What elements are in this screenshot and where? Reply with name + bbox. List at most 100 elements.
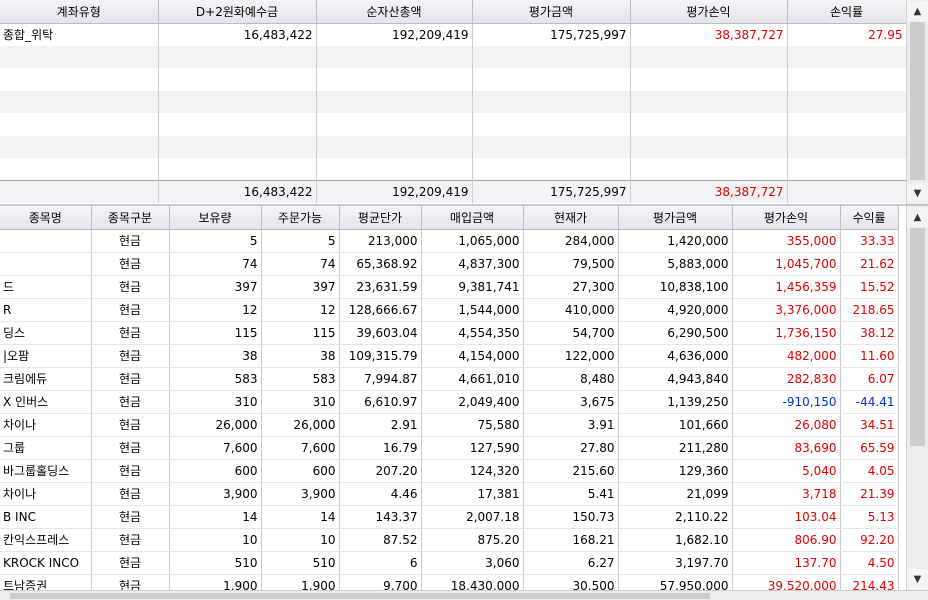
- col-header-pl-rate[interactable]: 손익률: [787, 0, 907, 24]
- buy-amount-cell: 127,590: [421, 436, 524, 460]
- stock-name-cell: 크림에듀: [0, 367, 92, 391]
- table-row[interactable]: 차이나 현금 3,900 3,900 4.46 17,381 5.41 21,099 3,718…: [0, 482, 899, 506]
- quantity-cell: 74: [169, 252, 262, 276]
- account-vertical-scrollbar[interactable]: ▲ ▼: [906, 0, 928, 204]
- stock-kind-cell: 현금: [91, 252, 170, 276]
- eval-pl-cell: 1,736,150: [732, 321, 841, 345]
- table-row[interactable]: 바그룹홀딩스 현금 600 600 207.20 124,320 215.60 129,360…: [0, 459, 899, 483]
- col-header-eval-pl[interactable]: 평가손익: [732, 206, 841, 230]
- avg-price-cell: 16.79: [339, 436, 422, 460]
- col-header-return-rate[interactable]: 수익률: [840, 206, 899, 230]
- buy-amount-cell: 124,320: [421, 459, 524, 483]
- col-header-account-type[interactable]: 계좌유형: [0, 0, 159, 24]
- stock-kind-cell: 현금: [91, 459, 170, 483]
- col-header-net-assets[interactable]: 순자산총액: [316, 0, 473, 24]
- col-header-buy-amount[interactable]: 매입금액: [421, 206, 524, 230]
- eval-pl-cell: 137.70: [732, 551, 841, 575]
- current-price-cell: 3.91: [523, 413, 619, 437]
- table-row[interactable]: R 현금 12 12 128,666.67 1,544,000 410,000 4,920,0…: [0, 298, 899, 322]
- current-price-cell: 79,500: [523, 252, 619, 276]
- eval-amount-cell: 5,883,000: [618, 252, 733, 276]
- table-row[interactable]: 칸익스프레스 현금 10 10 87.52 875.20 168.21 1,682.10 806…: [0, 528, 899, 552]
- col-header-quantity[interactable]: 보유량: [169, 206, 262, 230]
- eval-amount-cell: 2,110.22: [618, 505, 733, 529]
- quantity-cell: 600: [169, 459, 262, 483]
- eval-amount-cell: 1,420,000: [618, 229, 733, 253]
- orderable-cell: 510: [261, 551, 340, 575]
- eval-amount-cell: 101,660: [618, 413, 733, 437]
- return-rate-cell: 15.52: [840, 275, 899, 299]
- horizontal-scrollbar[interactable]: [0, 590, 928, 600]
- table-row[interactable]: 종합_위탁 16,483,422 192,209,419 175,725,997…: [0, 23, 907, 46]
- scroll-down-icon[interactable]: ▼: [907, 183, 928, 203]
- stock-kind-cell: 현금: [91, 390, 170, 414]
- table-row[interactable]: X 인버스 현금 310 310 6,610.97 2,049,400 3,675 1,139…: [0, 390, 899, 414]
- col-header-stock-kind[interactable]: 종목구분: [91, 206, 170, 230]
- avg-price-cell: 6,610.97: [339, 390, 422, 414]
- col-header-deposit[interactable]: D+2원화예수금: [158, 0, 317, 24]
- col-header-current-price[interactable]: 현재가: [523, 206, 619, 230]
- eval-amount-cell: 4,943,840: [618, 367, 733, 391]
- stock-name-cell: B INC: [0, 505, 92, 529]
- buy-amount-cell: 9,381,741: [421, 275, 524, 299]
- col-header-avg-price[interactable]: 평균단가: [339, 206, 422, 230]
- table-row[interactable]: |오팜 현금 38 38 109,315.79 4,154,000 122,000 4,636…: [0, 344, 899, 368]
- quantity-cell: 5: [169, 229, 262, 253]
- orderable-cell: 14: [261, 505, 340, 529]
- eval-amount-cell: 1,139,250: [618, 390, 733, 414]
- table-row[interactable]: 딩스 현금 115 115 39,603.04 4,554,350 54,700 6,290,…: [0, 321, 899, 345]
- scroll-thumb[interactable]: [910, 228, 925, 446]
- buy-amount-cell: 4,837,300: [421, 252, 524, 276]
- table-row[interactable]: 차이나 현금 26,000 26,000 2.91 75,580 3.91 101,660 26…: [0, 413, 899, 437]
- col-header-orderable[interactable]: 주문가능: [261, 206, 340, 230]
- eval-pl-cell: 83,690: [732, 436, 841, 460]
- return-rate-cell: 5.13: [840, 505, 899, 529]
- avg-price-cell: 65,368.92: [339, 252, 422, 276]
- eval-pl-cell: 3,718: [732, 482, 841, 506]
- col-header-eval-pl[interactable]: 평가손익: [630, 0, 788, 24]
- orderable-cell: 583: [261, 367, 340, 391]
- eval-amount-cell: 4,636,000: [618, 344, 733, 368]
- quantity-cell: 12: [169, 298, 262, 322]
- holdings-vertical-scrollbar[interactable]: ▲ ▼: [906, 206, 928, 590]
- scroll-down-icon[interactable]: ▼: [907, 569, 928, 589]
- current-price-cell: 27.80: [523, 436, 619, 460]
- orderable-cell: 397: [261, 275, 340, 299]
- account-table: 계좌유형 D+2원화예수금 순자산총액 평가금액 평가손익 손익률 종합_위탁 …: [0, 0, 907, 203]
- table-row[interactable]: KROCK INCO 현금 510 510 6 3,060 6.27 3,197.70 137.…: [0, 551, 899, 575]
- avg-price-cell: 143.37: [339, 505, 422, 529]
- quantity-cell: 26,000: [169, 413, 262, 437]
- table-row[interactable]: 현금 5 5 213,000 1,065,000 284,000 1,420,000 355,…: [0, 229, 899, 253]
- current-price-cell: 5.41: [523, 482, 619, 506]
- table-row[interactable]: B INC 현금 14 14 143.37 2,007.18 150.73 2,110.22 1…: [0, 505, 899, 529]
- scroll-thumb[interactable]: [910, 22, 925, 180]
- buy-amount-cell: 75,580: [421, 413, 524, 437]
- holdings-table-header: 종목명 종목구분 보유량 주문가능 평균단가 매입금액 현재가 평가금액 평가손…: [0, 206, 899, 230]
- col-header-eval-amount[interactable]: 평가금액: [472, 0, 631, 24]
- scroll-up-icon[interactable]: ▲: [907, 1, 928, 21]
- table-row[interactable]: 그룹 현금 7,600 7,600 16.79 127,590 27.80 211,280 83…: [0, 436, 899, 460]
- summary-deposit-cell: 16,483,422: [158, 180, 317, 203]
- quantity-cell: 10: [169, 528, 262, 552]
- stock-kind-cell: 현금: [91, 413, 170, 437]
- avg-price-cell: 4.46: [339, 482, 422, 506]
- scroll-up-icon[interactable]: ▲: [907, 207, 928, 227]
- current-price-cell: 410,000: [523, 298, 619, 322]
- current-price-cell: 215.60: [523, 459, 619, 483]
- orderable-cell: 3,900: [261, 482, 340, 506]
- col-header-eval-amount[interactable]: 평가금액: [618, 206, 733, 230]
- quantity-cell: 310: [169, 390, 262, 414]
- quantity-cell: 3,900: [169, 482, 262, 506]
- col-header-stock-name[interactable]: 종목명: [0, 206, 92, 230]
- orderable-cell: 600: [261, 459, 340, 483]
- stock-kind-cell: 현금: [91, 436, 170, 460]
- table-row[interactable]: 크림에듀 현금 583 583 7,994.87 4,661,010 8,480 4,943,…: [0, 367, 899, 391]
- orderable-cell: 115: [261, 321, 340, 345]
- table-row[interactable]: 현금 74 74 65,368.92 4,837,300 79,500 5,883,000 1…: [0, 252, 899, 276]
- avg-price-cell: 87.52: [339, 528, 422, 552]
- eval-pl-cell: 482,000: [732, 344, 841, 368]
- summary-rate-cell: [787, 180, 907, 203]
- table-row[interactable]: 드 현금 397 397 23,631.59 9,381,741 27,300 10,838,…: [0, 275, 899, 299]
- horizontal-scroll-thumb[interactable]: [10, 593, 710, 599]
- summary-row: 16,483,422 192,209,419 175,725,997 38,38…: [0, 180, 907, 203]
